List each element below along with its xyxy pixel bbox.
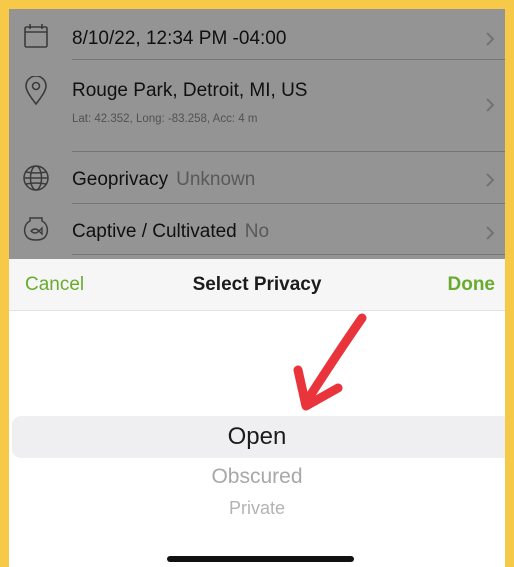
privacy-picker[interactable]: Open Obscured Private xyxy=(9,311,505,567)
done-button[interactable]: Done xyxy=(448,274,496,296)
picker-toolbar: Cancel Select Privacy Done xyxy=(9,259,505,311)
picker-option-obscured[interactable]: Obscured xyxy=(9,465,505,489)
annotation-arrow xyxy=(293,313,367,411)
picker-title: Select Privacy xyxy=(192,274,322,295)
app-screen: 8/10/22, 12:34 PM -04:00 Rouge Park, Det… xyxy=(9,9,505,567)
dim-overlay[interactable] xyxy=(9,9,505,259)
picker-option-private[interactable]: Private xyxy=(9,498,505,519)
home-indicator xyxy=(167,556,354,562)
picker-option-open[interactable]: Open xyxy=(9,423,505,451)
